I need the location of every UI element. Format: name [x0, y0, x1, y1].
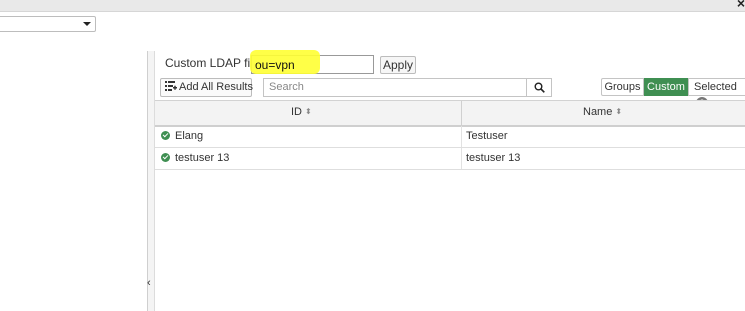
column-header-name-label: Name [583, 106, 613, 118]
window-title-bar: × [0, 0, 745, 12]
add-all-results-button[interactable]: Add All Results [160, 78, 253, 97]
list-add-icon [165, 81, 177, 91]
custom-ldap-filter-value[interactable]: ou=vpn [255, 58, 295, 72]
row-name: Testuser [466, 130, 508, 142]
search-input[interactable]: Search [263, 78, 552, 97]
chevron-down-icon[interactable] [83, 22, 91, 26]
tab-groups[interactable]: Groups [601, 78, 644, 96]
search-icon [534, 82, 545, 93]
column-header-name[interactable]: Name ⬍ [583, 106, 622, 118]
column-header-id-label: ID [291, 106, 302, 118]
sort-icon[interactable]: ⬍ [615, 107, 622, 116]
column-divider[interactable] [461, 101, 462, 127]
row-id-cell: Elang [161, 130, 203, 142]
row-name: testuser 13 [466, 152, 521, 164]
check-circle-icon [161, 131, 170, 140]
tab-custom[interactable]: Custom [644, 78, 688, 96]
sort-icon[interactable]: ⬍ [305, 107, 312, 116]
row-divider [461, 148, 462, 169]
add-all-results-label: Add All Results [179, 81, 253, 93]
close-icon[interactable]: × [737, 0, 745, 10]
tab-selected-label: Selected [694, 81, 737, 93]
table-header: ID ⬍ Name ⬍ [155, 100, 745, 127]
sidebar-collapse-handle[interactable] [148, 51, 155, 311]
collapse-arrow-icon[interactable]: ‹ [147, 277, 151, 289]
table-row[interactable]: testuser 13 testuser 13 [155, 148, 745, 170]
row-id-cell: testuser 13 [161, 152, 229, 164]
filter-type-dropdown[interactable] [0, 16, 96, 32]
apply-button[interactable]: Apply [380, 56, 416, 74]
column-header-id[interactable]: ID ⬍ [291, 106, 312, 118]
table-row[interactable]: Elang Testuser [155, 126, 745, 148]
row-id: testuser 13 [175, 152, 230, 164]
check-circle-icon [161, 153, 170, 162]
search-placeholder: Search [269, 81, 304, 93]
row-id: Elang [175, 130, 204, 142]
tab-selected[interactable]: Selected3 [688, 78, 745, 109]
search-button[interactable] [526, 79, 551, 96]
row-divider [461, 126, 462, 147]
